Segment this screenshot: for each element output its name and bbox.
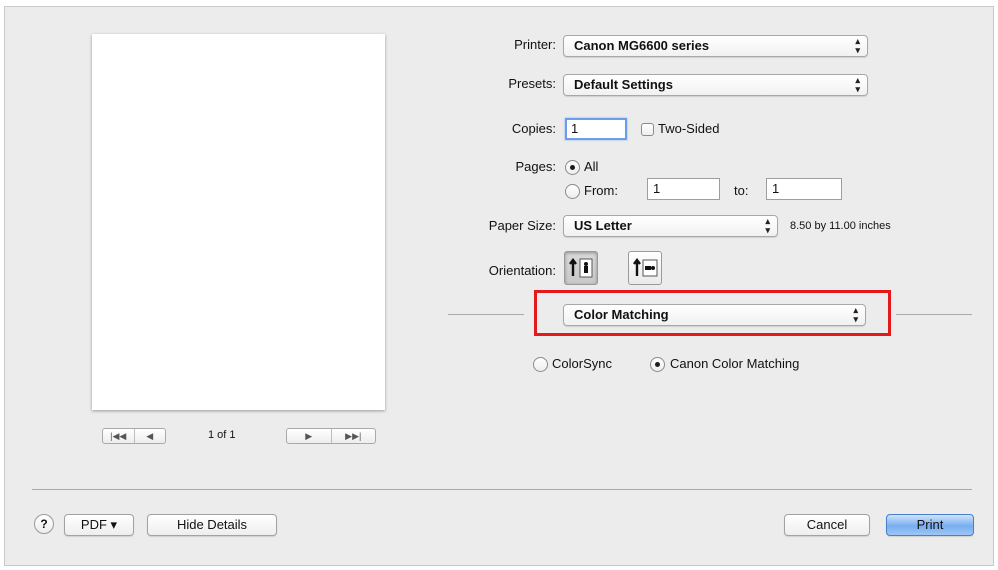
pdf-menu-button[interactable]: PDF ▾ [64,514,134,536]
canon-color-matching-label: Canon Color Matching [670,356,800,371]
cancel-button[interactable]: Cancel [784,514,870,536]
popup-arrows-icon: ▴ ▾ [855,75,860,94]
copies-field[interactable]: 1 [565,118,627,140]
previous-page-button[interactable]: ◀ [135,429,166,443]
help-button[interactable]: ? [34,514,54,534]
page-preview [92,34,385,410]
section-separator-left [448,314,524,315]
presets-label: Presets: [508,76,556,91]
landscape-orientation-button[interactable] [628,251,662,285]
print-button[interactable]: Print [886,514,974,536]
printer-popup-value: Canon MG6600 series [574,38,710,53]
copies-label: Copies: [511,121,556,136]
pages-from-radio[interactable] [565,184,580,199]
popup-arrows-icon: ▴ ▾ [855,36,860,55]
next-page-button[interactable]: ▶ [287,429,331,443]
presets-popup[interactable]: Default Settings ▴ ▾ [563,74,868,96]
first-page-button[interactable]: |◀◀ [103,429,134,443]
last-page-button[interactable]: ▶▶| [332,429,376,443]
pages-from-label: From: [584,183,618,198]
popup-arrows-icon: ▴ ▾ [765,216,770,235]
printer-label: Printer: [514,37,556,52]
preview-nav-back: |◀◀ ◀ [102,428,166,444]
two-sided-checkbox[interactable] [641,123,654,136]
colorsync-label: ColorSync [552,356,612,371]
landscape-orientation-icon [633,258,658,277]
presets-popup-value: Default Settings [574,77,673,92]
colorsync-radio[interactable] [533,357,548,372]
orientation-label: Orientation: [488,263,556,278]
portrait-orientation-button[interactable] [564,251,598,285]
pages-to-field[interactable]: 1 [766,178,842,200]
page-indicator: 1 of 1 [208,429,236,441]
paper-dimensions: 8.50 by 11.00 inches [790,220,891,232]
pages-all-radio[interactable] [565,160,580,175]
pages-label: Pages: [515,159,556,174]
canon-color-matching-radio[interactable] [650,357,665,372]
highlight-box [534,290,891,336]
preview-nav-forward: ▶ ▶▶| [286,428,376,444]
portrait-orientation-icon [569,258,593,278]
hide-details-button[interactable]: Hide Details [147,514,277,536]
pages-to-label: to: [734,183,749,198]
section-separator-right [896,314,972,315]
pages-from-field[interactable]: 1 [647,178,720,200]
paper-size-label: Paper Size: [488,218,556,233]
paper-size-popup[interactable]: US Letter ▴ ▾ [563,215,778,237]
footer-separator [32,489,972,490]
two-sided-label: Two-Sided [658,121,720,136]
pages-all-label: All [584,159,599,174]
printer-popup[interactable]: Canon MG6600 series ▴ ▾ [563,35,868,57]
paper-size-popup-value: US Letter [574,218,632,233]
